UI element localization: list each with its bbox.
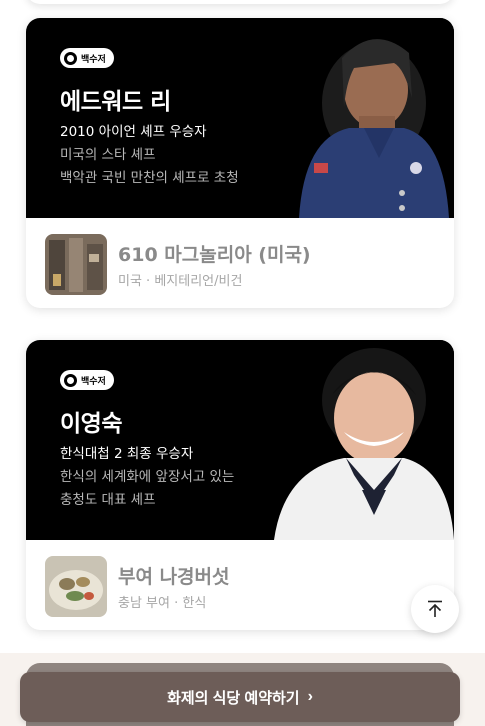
chef-banner: 백수저 에드워드 리 2010 아이언 셰프 우승자 미국의 스타 셰프 백악관… [26, 18, 454, 218]
reserve-restaurant-button[interactable]: 화제의 식당 예약하기 › [20, 672, 460, 722]
chef-description-line-1: 한식의 세계화에 앞장서고 있는 [60, 469, 235, 485]
chef-award: 2010 아이언 셰프 우승자 [60, 124, 207, 140]
cta-label: 화제의 식당 예약하기 [167, 689, 300, 707]
restaurant-row[interactable]: 부여 나경버섯 충남 부여 · 한식 [26, 540, 454, 630]
chef-photo [254, 18, 454, 218]
restaurant-meta: 충남 부여 · 한식 [118, 596, 207, 611]
chef-photo [254, 340, 454, 540]
spoon-icon [64, 51, 77, 65]
badge-label: 백수저 [81, 376, 106, 387]
baeksujeo-badge: 백수저 [60, 370, 114, 390]
chef-description-line-2: 충청도 대표 셰프 [60, 492, 156, 508]
chef-name: 이영숙 [60, 411, 122, 437]
badge-label: 백수저 [81, 54, 106, 65]
chef-description-line-1: 미국의 스타 셰프 [60, 147, 156, 163]
chef-card-lee-young-sook[interactable]: 백수저 이영숙 한식대첩 2 최종 우승자 한식의 세계화에 앞장서고 있는 충… [26, 340, 454, 630]
restaurant-name: 부여 나경버섯 [118, 566, 230, 588]
chef-banner: 백수저 이영숙 한식대첩 2 최종 우승자 한식의 세계화에 앞장서고 있는 충… [26, 340, 454, 540]
restaurant-row[interactable]: 610 마그놀리아 (미국) 미국 · 베지테리언/비건 [26, 218, 454, 308]
arrow-up-to-line-icon [428, 600, 442, 617]
restaurant-name: 610 마그놀리아 (미국) [118, 244, 311, 266]
scroll-to-top-button[interactable] [411, 585, 459, 633]
restaurant-meta: 미국 · 베지테리언/비건 [118, 274, 243, 289]
chef-award: 한식대첩 2 최종 우승자 [60, 446, 194, 462]
chef-description-line-2: 백악관 국빈 만찬의 셰프로 초청 [60, 170, 239, 186]
restaurant-thumbnail [45, 556, 107, 617]
chef-card-edward-lee[interactable]: 백수저 에드워드 리 2010 아이언 셰프 우승자 미국의 스타 셰프 백악관… [26, 18, 454, 308]
spoon-icon [64, 373, 77, 387]
chevron-right-icon: › [307, 688, 313, 705]
top-strip [0, 0, 485, 8]
baeksujeo-badge: 백수저 [60, 48, 114, 68]
restaurant-thumbnail [45, 234, 107, 295]
previous-card-bottom [26, 0, 454, 4]
chef-name: 에드워드 리 [60, 89, 171, 115]
